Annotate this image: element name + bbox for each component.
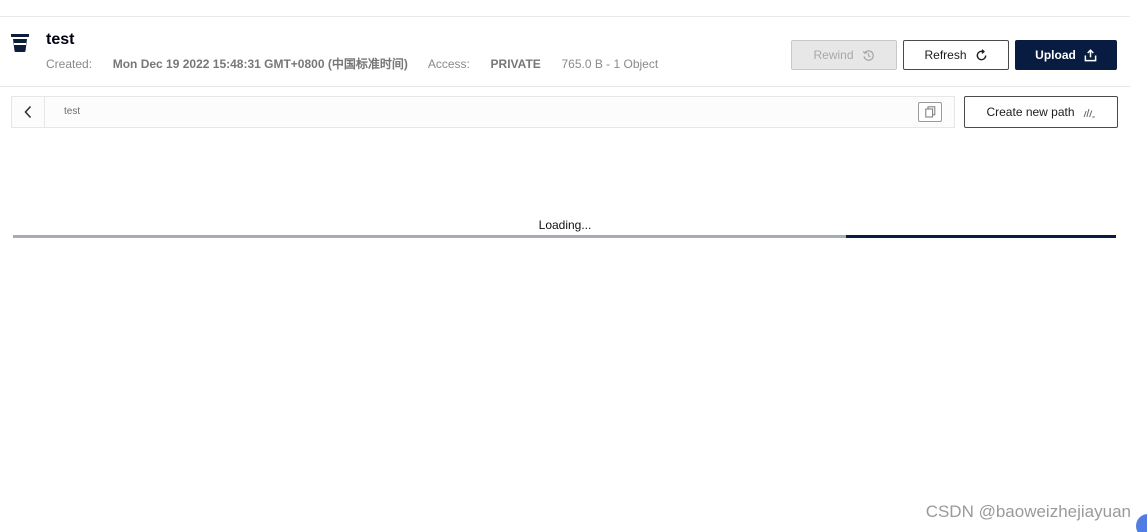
breadcrumb-item[interactable]: test (64, 106, 80, 117)
path-bar: test (11, 96, 955, 128)
rewind-button[interactable]: Rewind (791, 40, 897, 70)
watermark: CSDN @baoweizhejiayuan (925, 502, 1131, 521)
refresh-icon (976, 48, 986, 60)
top-divider (0, 16, 1130, 17)
refresh-button[interactable]: Refresh (903, 40, 1009, 70)
copy-path-button[interactable] (918, 102, 942, 122)
loading-text: Loading... (538, 218, 592, 232)
create-new-path-label: Create new path (986, 105, 1075, 119)
created-label: Created: (46, 57, 93, 71)
chevron-left-icon (24, 105, 32, 119)
floating-action-button[interactable] (1136, 514, 1147, 532)
history-icon (862, 49, 874, 61)
loading-progress-bar (13, 235, 1116, 238)
bucket-meta: Created: Mon Dec 19 2022 15:48:31 GMT+08… (46, 55, 658, 72)
back-button[interactable] (12, 97, 45, 127)
object-browser-page: test Created: Mon Dec 19 2022 15:48:31 G… (0, 0, 1147, 532)
upload-icon (1084, 48, 1097, 61)
upload-button[interactable]: Upload (1015, 40, 1117, 70)
bucket-icon (11, 34, 29, 52)
access-value: PRIVATE (490, 57, 541, 71)
size-summary: 765.0 B - 1 Object (561, 57, 659, 71)
upload-label: Upload (1035, 48, 1076, 62)
refresh-label: Refresh (924, 48, 967, 62)
bucket-title: test (46, 31, 75, 48)
new-path-icon (1083, 108, 1095, 117)
loading-progress-fill (845, 235, 1116, 238)
create-new-path-button[interactable]: Create new path (964, 96, 1118, 128)
copy-icon (924, 106, 935, 118)
created-value: Mon Dec 19 2022 15:48:31 GMT+0800 (中国标准时… (112, 57, 408, 71)
rewind-label: Rewind (813, 48, 854, 62)
header-divider (0, 86, 1130, 87)
access-label: Access: (427, 57, 470, 71)
